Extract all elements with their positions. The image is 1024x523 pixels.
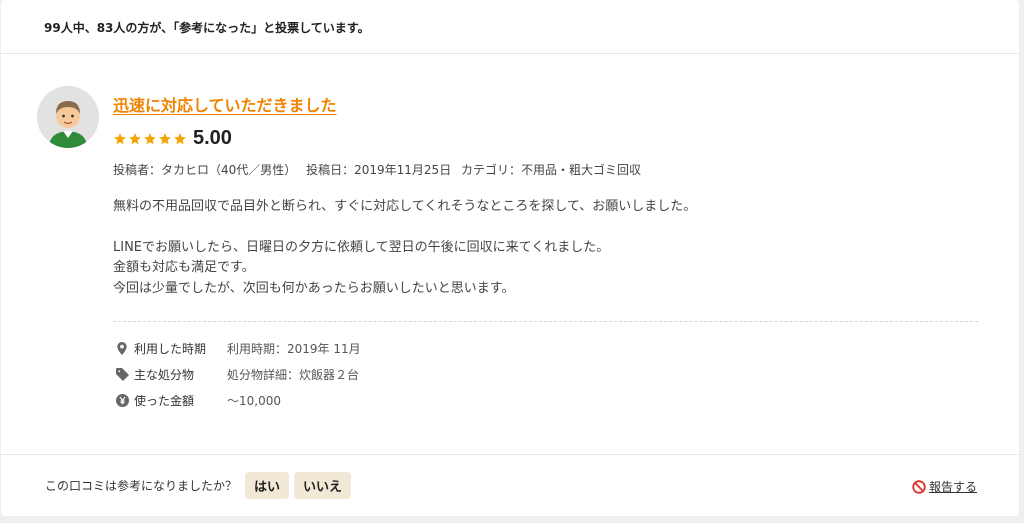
divider — [113, 321, 978, 322]
star-icon — [174, 132, 186, 144]
star-icon — [129, 132, 141, 144]
body-line: LINEでお願いしたら、日曜日の夕方に依頼して翌日の午後に回収に来てくれました。 — [113, 239, 610, 255]
detail-value: ～10,000 — [227, 394, 281, 408]
post-date: 投稿日：2019年11月25日 — [306, 163, 452, 177]
body-line: 金額も対応も満足です。 — [113, 260, 255, 275]
report-label: 報告する — [928, 480, 977, 494]
divider — [1, 53, 1019, 54]
rating-score: 5.00 — [193, 127, 232, 149]
rating: 5.00 — [113, 127, 232, 150]
yen-icon — [115, 394, 129, 408]
helpful-no-button[interactable]: いいえ — [294, 472, 352, 499]
detail-value: 処分物詳細：炊飯器２台 — [227, 368, 360, 382]
detail-label: 利用した時期 — [134, 342, 207, 356]
divider — [1, 454, 1019, 455]
detail-value: 利用時期：2019年 11月 — [227, 342, 361, 356]
detail-label: 使った金額 — [134, 394, 195, 408]
review-body: 無料の不用品回収で品目外と断られ、すぐに対応してくれそうなところを探して、お願い… — [113, 197, 973, 299]
report-link[interactable]: 報告する — [912, 478, 977, 495]
star-icon — [144, 132, 156, 144]
review-card: 99人中、83人の方が、「参考になった」と投票しています。 迅速に対応していただ… — [1, 0, 1019, 516]
body-line: 今回は少量でしたが、次回も何かあったらお願いしたいと思います。 — [113, 280, 515, 296]
avatar-icon — [37, 86, 99, 148]
tag-icon — [115, 368, 129, 382]
star-icon — [114, 132, 126, 144]
star-rating — [113, 132, 187, 146]
detail-period: 利用した時期 利用時期：2019年 11月 — [115, 340, 361, 357]
poster: 投稿者：タカヒロ（40代／男性） — [113, 163, 297, 177]
review-meta: 投稿者：タカヒロ（40代／男性） 投稿日：2019年11月25日 カテゴリ：不用… — [113, 161, 647, 178]
review-title[interactable]: 迅速に対応していただきました — [113, 92, 337, 116]
detail-price: 使った金額 ～10,000 — [115, 392, 281, 409]
location-pin-icon — [115, 342, 129, 356]
helpful-yes-button[interactable]: はい — [245, 472, 290, 499]
body-line: 無料の不用品回収で品目外と断られ、すぐに対応してくれそうなところを探して、お願い… — [113, 199, 697, 214]
helpful-question: この口コミは参考になりましたか？ — [45, 479, 238, 493]
detail-label: 主な処分物 — [134, 368, 195, 382]
detail-items: 主な処分物 処分物詳細：炊飯器２台 — [115, 366, 359, 383]
prohibited-icon — [912, 479, 926, 494]
star-icon — [159, 132, 171, 144]
vote-summary: 99人中、83人の方が、「参考になった」と投票しています。 — [44, 21, 370, 35]
helpful-vote: この口コミは参考になりましたか？ はい いいえ — [45, 472, 356, 499]
category: カテゴリ：不用品・粗大ゴミ回収 — [461, 163, 642, 177]
